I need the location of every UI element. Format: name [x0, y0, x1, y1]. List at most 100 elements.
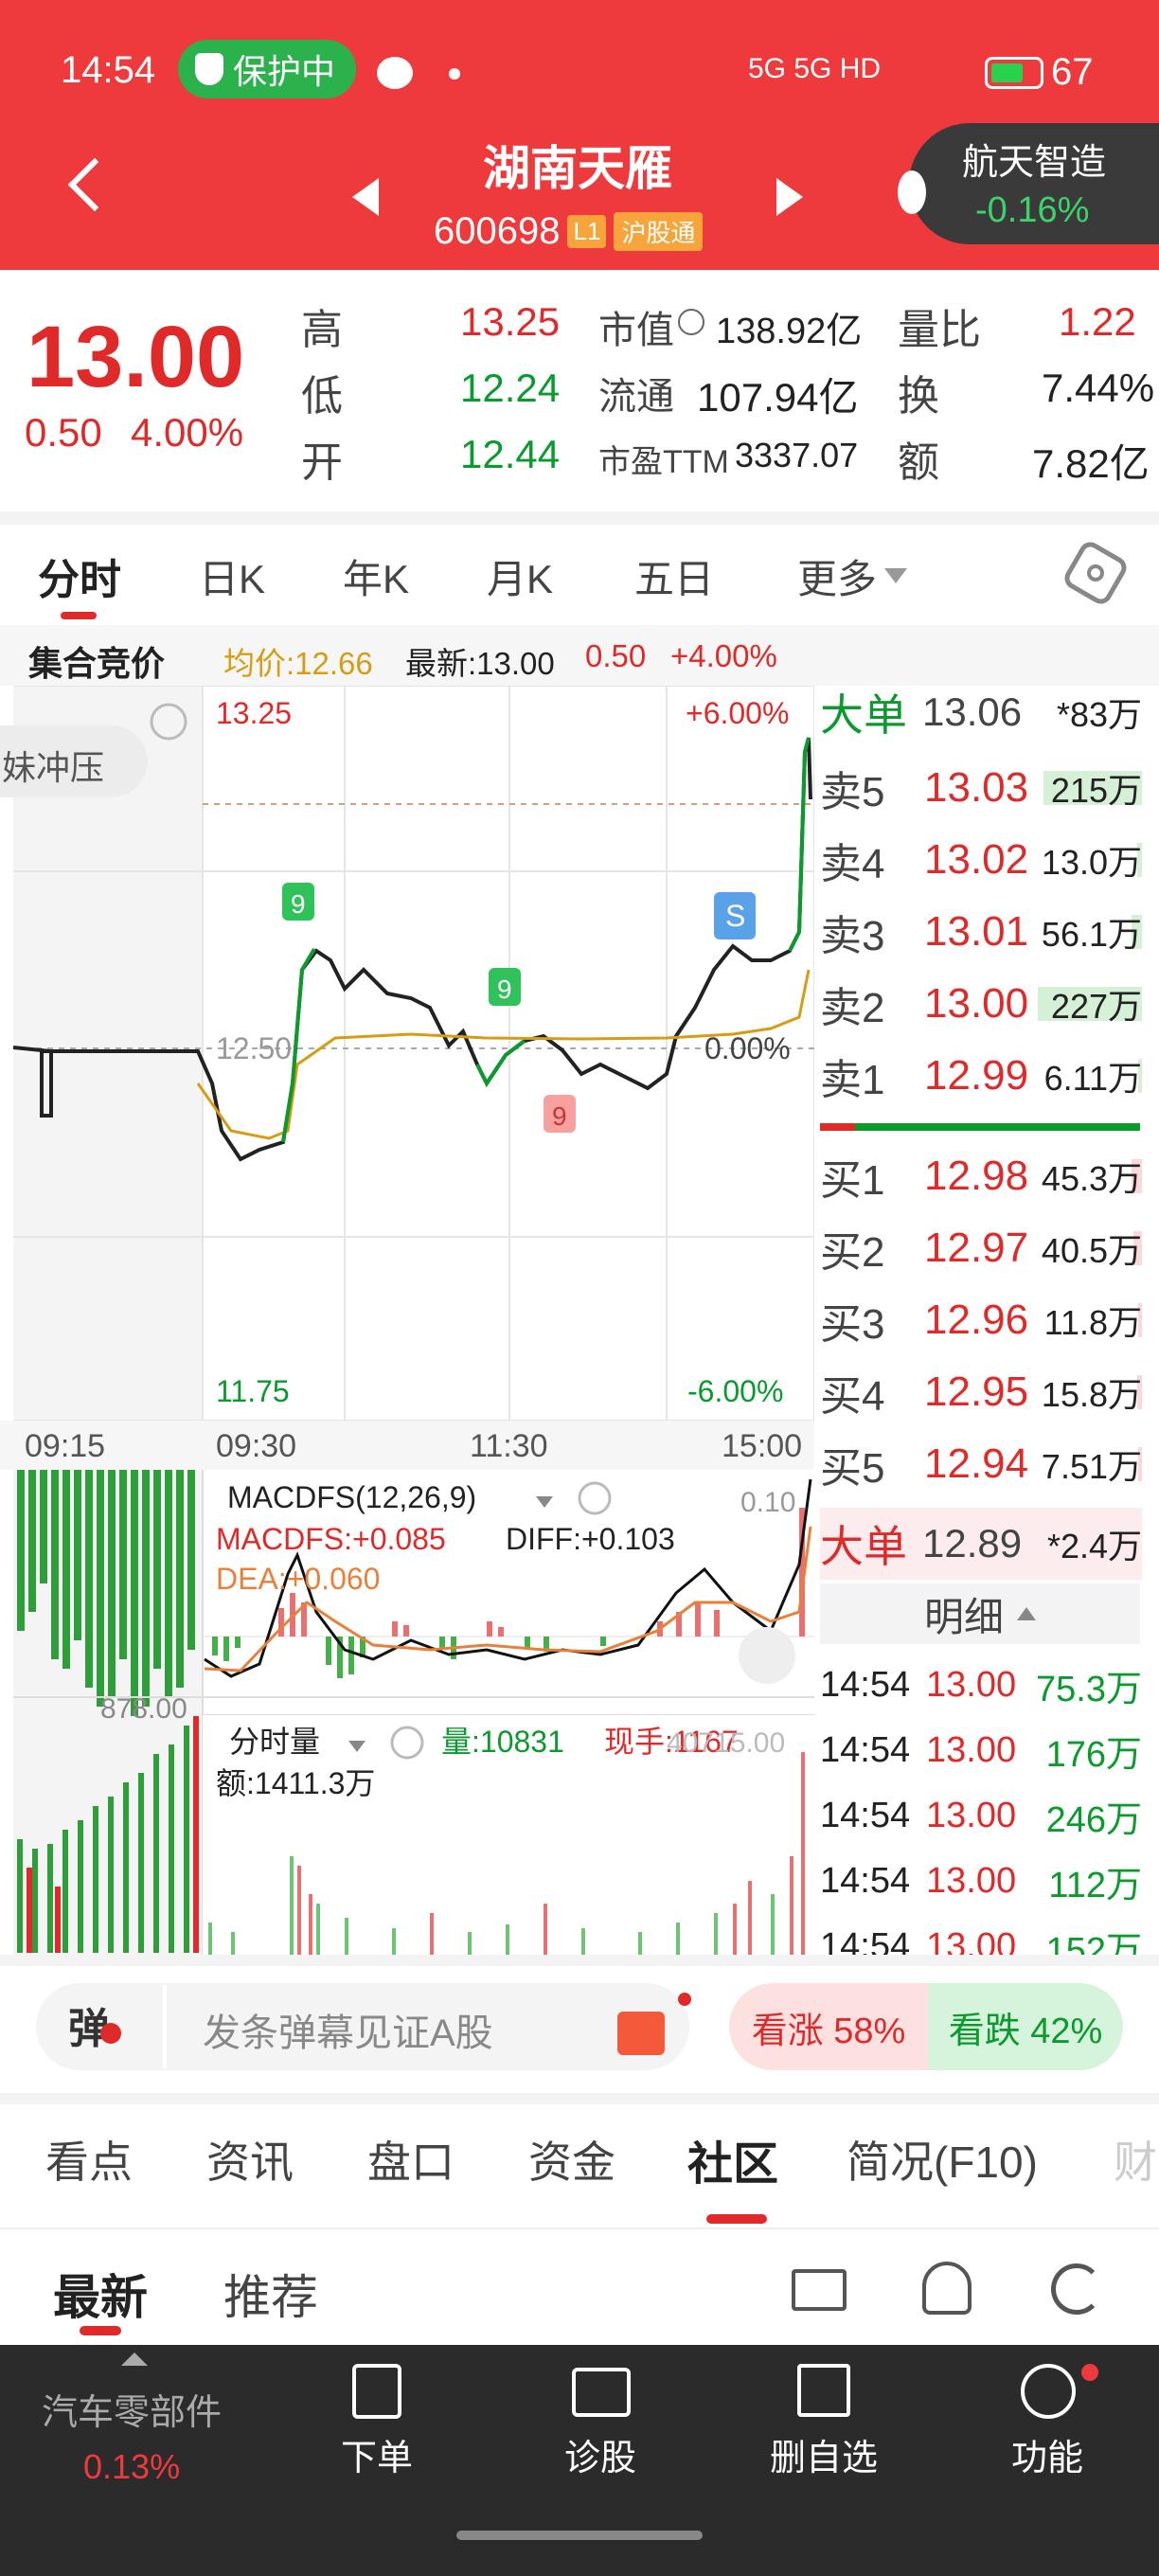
gift-icon[interactable] — [617, 2012, 665, 2055]
low-label: 低 — [301, 373, 343, 420]
ask-row[interactable]: 卖3 13.01 56.1万 — [820, 896, 1142, 968]
back-button[interactable] — [67, 157, 122, 212]
ask-row[interactable]: 卖5 13.03 215万 — [820, 752, 1142, 824]
ask-row[interactable]: 卖1 12.99 6.11万 — [820, 1040, 1142, 1112]
big-order-bottom[interactable]: 大单 12.89 *2.4万 — [820, 1508, 1142, 1580]
tab-intraday[interactable]: 分时 — [38, 546, 199, 606]
bid-volume: 7.51万 — [1038, 1440, 1142, 1489]
tab-news[interactable]: 资讯 — [206, 2128, 367, 2191]
chart-tabs: 分时 日K 年K 月K 五日 更多 — [38, 546, 908, 606]
tick-price: 13.00 — [926, 1664, 1017, 1705]
vr-label: 量比 — [898, 307, 981, 353]
sector-name[interactable]: 汽车零部件 — [42, 2383, 222, 2435]
bullish-button[interactable]: 看涨 58% — [729, 1983, 928, 2070]
bid-label: 买1 — [820, 1157, 885, 1204]
info-icon[interactable] — [678, 309, 704, 335]
chart-mid-pct: 0.00% — [704, 1031, 791, 1065]
stock-code-row: 600698 L1 沪股通 — [434, 210, 704, 253]
tick-price: 13.00 — [926, 1860, 1017, 1901]
diff-value: DIFF:+0.103 — [506, 1522, 675, 1556]
refresh-icon[interactable] — [1051, 2263, 1102, 2315]
tab-year-k[interactable]: 年K — [343, 547, 487, 605]
float-value: 107.94亿 — [697, 375, 859, 420]
macd-title[interactable]: MACDFS(12,26,9) — [227, 1480, 476, 1514]
bubble-icon — [377, 57, 413, 89]
ask-row[interactable]: 卖4 13.02 13.0万 — [820, 824, 1142, 896]
home-indicator[interactable] — [456, 2531, 703, 2540]
bid-row[interactable]: 买4 12.95 15.8万 — [820, 1356, 1142, 1428]
auction-label[interactable]: 集合竞价 — [28, 636, 165, 686]
tab-finance[interactable]: 财 — [1114, 2128, 1157, 2191]
mail-icon[interactable] — [792, 2269, 847, 2311]
tab-daily-k[interactable]: 日K — [199, 547, 343, 605]
nav-remove-watch[interactable]: 删自选 — [729, 2428, 918, 2480]
related-stock-card[interactable]: 航天智造 -0.16% — [909, 123, 1159, 244]
ask-volume-text: 6.11万 — [1043, 1059, 1142, 1098]
intraday-chart[interactable]: 9 9 9 S 13.25 +6.00% 12.50 0.00% 11.75 -… — [13, 686, 814, 1421]
big-order-bottom-vol: *2.4万 — [1046, 1527, 1142, 1565]
next-stock-button[interactable] — [776, 178, 803, 216]
user-icon[interactable] — [922, 2262, 972, 2315]
tick-row: 14:54 13.00 246万 — [820, 1782, 1142, 1849]
detail-header[interactable]: 明细 — [820, 1583, 1140, 1644]
tab-five-day[interactable]: 五日 — [634, 547, 797, 605]
chart-bot-pct: -6.00% — [687, 1374, 783, 1408]
bid-row[interactable]: 买2 12.97 40.5万 — [820, 1212, 1142, 1284]
detail-label: 明细 — [923, 1594, 1004, 1639]
ask-label: 卖3 — [820, 913, 885, 959]
high-value: 13.25 — [460, 299, 561, 344]
pe-label: 市盈TTM — [598, 444, 729, 480]
volume-chart[interactable]: 分时量 量:10831 现手:1167 40715.00 额:1411.3万 — [13, 1714, 814, 1955]
time-axis — [0, 1421, 814, 1470]
amt-value: 7.82亿 — [1032, 441, 1150, 486]
tab-f10[interactable]: 简况(F10) — [847, 2128, 1114, 2191]
latest-price: 最新:13.00 — [405, 646, 555, 681]
level-badge: L1 — [567, 215, 607, 248]
bid-row[interactable]: 买1 12.98 45.3万 — [820, 1140, 1142, 1212]
bid-volume-text: 7.51万 — [1041, 1447, 1142, 1486]
tab-community[interactable]: 社区 — [687, 2126, 847, 2192]
expand-icon[interactable] — [739, 1627, 795, 1684]
tab-month-k[interactable]: 月K — [487, 547, 634, 605]
ask-volume: 227万 — [1038, 979, 1142, 1029]
high-label: 高 — [301, 307, 343, 353]
open-value: 12.44 — [460, 432, 561, 476]
big-order-bottom-price: 12.89 — [922, 1521, 1023, 1565]
ask-row[interactable]: 卖2 13.00 227万 — [820, 968, 1142, 1040]
gift-dot — [678, 1993, 691, 2006]
open-label: 开 — [301, 439, 343, 486]
bid-price: 12.98 — [924, 1153, 1029, 1199]
danmu-icon-badge — [100, 2023, 121, 2044]
subtab-recommend[interactable]: 推荐 — [223, 2260, 318, 2328]
hint-bubble[interactable]: 妹冲压 — [0, 725, 148, 797]
protect-pill[interactable]: 保护中 — [178, 40, 356, 98]
tab-capital[interactable]: 资金 — [528, 2128, 687, 2191]
bid-row[interactable]: 买3 12.96 11.8万 — [820, 1284, 1142, 1356]
shield-icon — [195, 53, 223, 85]
bearish-button[interactable]: 看跌 42% — [928, 1983, 1123, 2070]
battery-icon — [985, 57, 1043, 89]
tab-more[interactable]: 更多 — [797, 547, 877, 605]
pe-value: 3337.07 — [735, 436, 859, 474]
tab-orderbook[interactable]: 盘口 — [367, 2128, 528, 2191]
ask-volume-text: 56.1万 — [1041, 915, 1142, 954]
nav-functions[interactable]: 功能 — [953, 2428, 1142, 2480]
marker-s-label: S — [725, 899, 745, 933]
tab-highlights[interactable]: 看点 — [45, 2128, 206, 2191]
nav-order[interactable]: 下单 — [282, 2428, 472, 2480]
bid-label: 买2 — [820, 1229, 885, 1276]
danmu-input[interactable]: 发条弹幕见证A股 — [203, 2002, 493, 2057]
bid-row[interactable]: 买5 12.94 7.51万 — [820, 1428, 1142, 1500]
bid-price: 12.94 — [924, 1440, 1029, 1487]
big-order-top[interactable]: 大单 13.06 *83万 — [820, 676, 1142, 748]
related-stock-change: -0.16% — [975, 190, 1090, 230]
vol-amount: 额:1411.3万 — [216, 1766, 375, 1800]
tick-volume: 75.3万 — [1036, 1669, 1142, 1709]
prev-stock-button[interactable] — [352, 178, 379, 216]
turn-value: 7.44% — [1042, 366, 1155, 410]
nav-diagnose[interactable]: 诊股 — [506, 2428, 695, 2480]
subtab-latest[interactable]: 最新 — [53, 2260, 148, 2328]
tick-time: 14:54 — [820, 1664, 911, 1705]
sector-pct: 0.13% — [83, 2447, 181, 2486]
vol-title[interactable]: 分时量 — [229, 1725, 320, 1759]
